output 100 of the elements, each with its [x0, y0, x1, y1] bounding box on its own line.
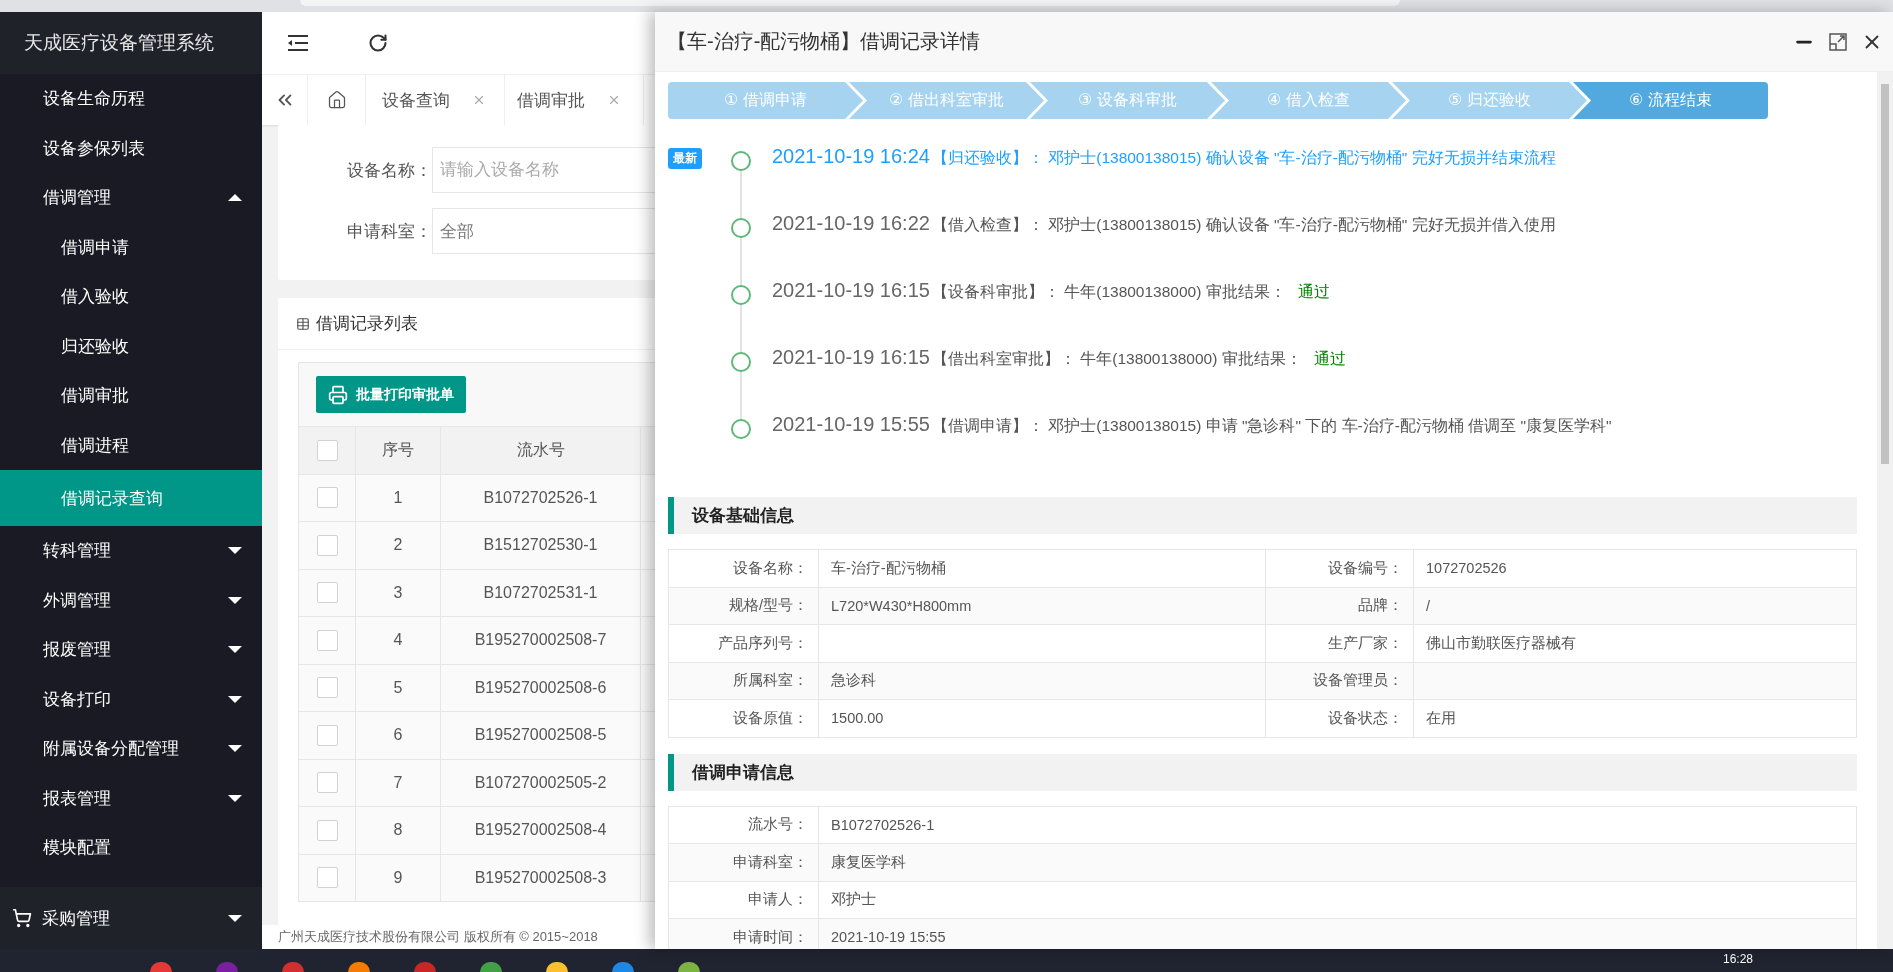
field-label: 设备名称： [346, 159, 432, 182]
menu-collapse-icon[interactable] [288, 35, 308, 51]
table-cell: B195270002508-5 [441, 711, 641, 759]
menu-item[interactable]: 报废管理 [0, 625, 262, 675]
field-value: 2021-10-19 15:55 [830, 928, 947, 948]
menu-item[interactable]: 附属设备分配管理 [0, 724, 262, 774]
printer-icon [328, 384, 348, 405]
row-checkbox[interactable] [316, 724, 338, 746]
column-header: 流水号 [441, 426, 641, 474]
menu-item[interactable]: 模块配置 [0, 823, 262, 873]
timeline-text: 【设备科审批】： 牛年(13800138000) 审批结果： [931, 282, 1286, 302]
table-cell: 8 [356, 806, 441, 854]
section-title: 借调申请信息 [692, 761, 794, 784]
table-cell: 5 [356, 663, 441, 711]
menu-item[interactable]: 设备参保列表 [0, 123, 262, 173]
home-icon [326, 90, 347, 110]
field-value: 急诊科 [819, 662, 1266, 699]
row-checkbox[interactable] [316, 534, 338, 556]
timeline-time: 2021-10-19 16:15 [772, 346, 930, 369]
input-field[interactable]: 请输入设备名称 [432, 147, 655, 193]
field-label: 生产厂家： [1266, 625, 1414, 662]
submenu-item[interactable]: 归还验收 [0, 321, 262, 371]
process-step: ③ 设备科审批 [1030, 82, 1225, 119]
scrollbar[interactable] [1877, 72, 1893, 949]
taskbar-app-icon[interactable] [480, 962, 502, 972]
refresh-icon[interactable] [368, 33, 388, 53]
field-label: 设备名称： [669, 550, 819, 587]
submenu-item[interactable]: 借调审批 [0, 371, 262, 421]
row-checkbox[interactable] [316, 867, 338, 889]
submenu-item[interactable]: 借入验收 [0, 272, 262, 322]
field-value: L720*W430*H800mm [819, 587, 1266, 624]
process-step: ② 借出科室审批 [849, 82, 1044, 119]
field-label: 申请人： [669, 881, 819, 918]
menu-item[interactable]: 设备生命历程 [0, 74, 262, 124]
row-checkbox[interactable] [316, 629, 338, 651]
field-label: 规格/型号： [669, 587, 819, 624]
field-value: 车-治疗-配污物桶 [819, 550, 1266, 587]
copyright-text: 广州天成医疗技术股份有限公司 版权所有 © 2015~2018 [278, 928, 598, 946]
timeline-dot [731, 419, 751, 439]
taskbar-app-icon[interactable] [348, 962, 370, 972]
submenu-item[interactable]: 借调申请 [0, 222, 262, 272]
table-cell: B195270002508-7 [441, 616, 641, 664]
taskbar-app-icon[interactable] [678, 962, 700, 972]
table-cell: 2 [356, 521, 441, 569]
field-value: 1500.00 [819, 700, 1266, 737]
timeline-time: 2021-10-19 15:55 [772, 413, 930, 436]
row-checkbox[interactable] [316, 819, 338, 841]
table-cell: B1072702531-1 [441, 568, 641, 616]
timeline-dot [731, 151, 751, 171]
field-label: 设备状态： [1266, 700, 1414, 737]
field-value: 佛山市勤联医疗器械有 [1425, 633, 1577, 653]
table-cell: 1 [356, 473, 441, 521]
process-step: ⑥ 流程结束 [1573, 82, 1768, 119]
field-value: B1072702526-1 [830, 815, 936, 835]
row-checkbox[interactable] [316, 487, 338, 509]
dialog-title: 【车-治疗-配污物桶】借调记录详情 [667, 29, 982, 54]
field-value: 邓护士 [830, 890, 877, 910]
menu-item[interactable]: 采购管理 [0, 887, 262, 949]
column-header: 序号 [356, 426, 441, 474]
submenu-item[interactable]: 借调进程 [0, 420, 262, 470]
section-title: 设备基础信息 [692, 505, 794, 527]
field-value: 康复医学科 [830, 852, 907, 872]
field-label: 设备原值： [669, 700, 819, 737]
timeline-time: 2021-10-19 16:24 [772, 145, 930, 168]
taskbar-app-icon[interactable] [546, 962, 568, 972]
process-step: ⑤ 归还验收 [1392, 82, 1587, 119]
submenu-item[interactable]: 借调记录查询 [0, 470, 262, 526]
field-label: 设备管理员： [1266, 662, 1414, 699]
taskbar-clock: 16:28 [1722, 952, 1753, 966]
field-label: 品牌： [1266, 587, 1414, 624]
select-all-checkbox[interactable] [316, 439, 338, 461]
timeline-text: 【借入检查】： 邓护士(13800138015) 确认设备 "车-治疗-配污物桶" 完好无损并借入使用 [931, 215, 1556, 235]
field-label: 申请科室： [669, 844, 819, 881]
maximize-icon[interactable] [1829, 32, 1847, 51]
taskbar-app-icon[interactable] [612, 962, 634, 972]
department-select[interactable]: 全部 [432, 208, 655, 254]
row-checkbox[interactable] [316, 677, 338, 699]
menu-item[interactable]: 转科管理 [0, 526, 262, 576]
field-value: 1072702526 [1425, 559, 1508, 579]
print-button[interactable]: 批量打印审批单 [316, 376, 466, 413]
process-step: ④ 借入检查 [1211, 82, 1406, 119]
menu-item[interactable]: 外调管理 [0, 575, 262, 625]
table-cell: B1512702530-1 [441, 521, 641, 569]
app-title: 天成医疗设备管理系统 [0, 12, 262, 74]
table-cell: 6 [356, 711, 441, 759]
latest-badge: 最新 [668, 148, 702, 169]
row-checkbox[interactable] [316, 582, 338, 604]
table-cell: 9 [356, 853, 441, 901]
table-cell: 7 [356, 758, 441, 806]
timeline-dot [731, 218, 751, 238]
timeline-dot [731, 285, 751, 305]
menu-item[interactable]: 报表管理 [0, 773, 262, 823]
timeline-text: 【借调申请】： 邓护士(13800138015) 申请 "急诊科" 下的 车-治疗-配污物桶 借调至 "康复医学科" [931, 416, 1612, 436]
field-label: 申请科室： [346, 220, 432, 243]
list-title: 借调记录列表 [316, 313, 418, 335]
table-icon [296, 316, 310, 331]
process-step: ① 借调申请 [668, 82, 863, 119]
row-checkbox[interactable] [316, 772, 338, 794]
menu-item[interactable]: 设备打印 [0, 674, 262, 724]
menu-item[interactable]: 借调管理 [0, 173, 262, 223]
